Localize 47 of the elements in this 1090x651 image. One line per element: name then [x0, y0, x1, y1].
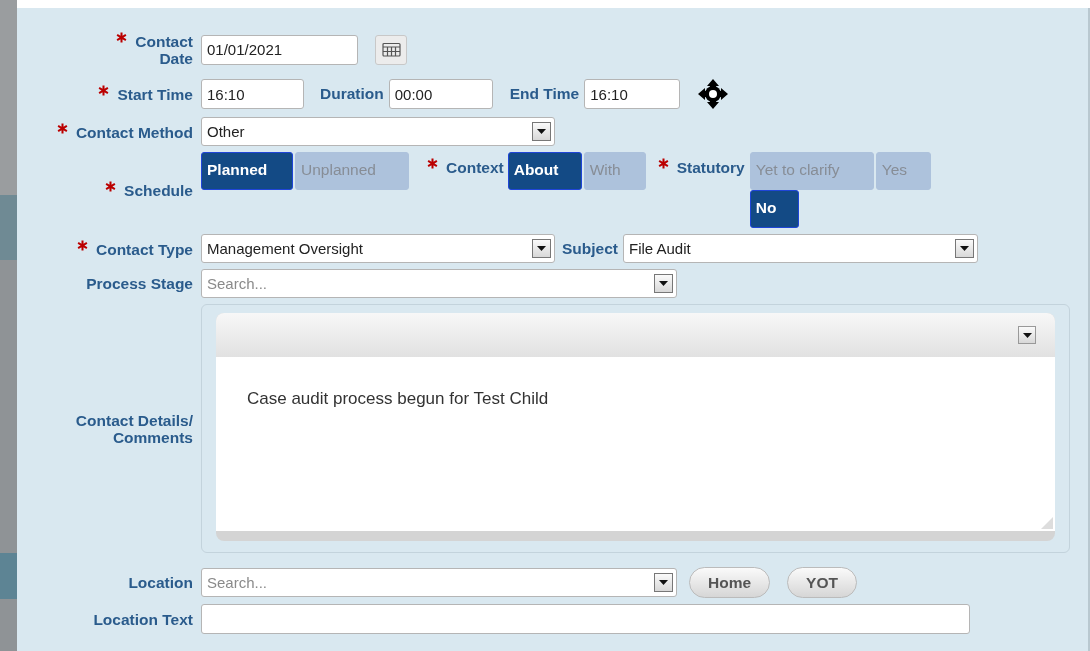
toolbar-dropdown-button[interactable]: [1018, 326, 1036, 344]
field-label: End Time: [509, 85, 580, 103]
field-label: Context: [427, 158, 504, 177]
location-text-field[interactable]: [201, 604, 970, 634]
field-label: Subject: [562, 239, 618, 258]
field-label: Duration: [320, 85, 384, 103]
field-label: Contact Method: [56, 122, 193, 141]
dropdown-button[interactable]: [955, 239, 974, 258]
field-label: Start Time: [98, 85, 193, 103]
end-time-field[interactable]: 16:10: [584, 79, 681, 109]
contact-method-select[interactable]: Other: [201, 117, 555, 146]
field-label: Statutory: [657, 158, 745, 177]
dropdown-button[interactable]: [532, 122, 551, 141]
calendar-icon: [381, 42, 401, 57]
dropdown-button[interactable]: [532, 239, 551, 258]
caret-icon: [537, 129, 546, 134]
comment-text: Case audit process begun for Test Child: [247, 389, 549, 408]
caret-icon: [1022, 332, 1032, 338]
location-button[interactable]: Home: [689, 567, 771, 598]
process-stage-select[interactable]: Search...: [201, 269, 677, 298]
contact-type-select[interactable]: Management Oversight: [201, 234, 555, 263]
toggle-option[interactable]: About: [507, 152, 582, 190]
comments-area[interactable]: Case audit process begun for Test Child: [216, 357, 1055, 531]
caret-icon: [659, 281, 668, 286]
field-label: Location: [128, 574, 193, 591]
location-button[interactable]: YOT: [787, 567, 857, 598]
move-icon[interactable]: [698, 79, 729, 109]
field-label: Process Stage: [86, 275, 193, 292]
date-field[interactable]: 01/01/2021: [201, 34, 358, 65]
location-select[interactable]: Search...: [201, 568, 677, 597]
resize-grip-icon[interactable]: [1041, 517, 1053, 529]
field-label: Schedule: [105, 181, 193, 199]
field-label: Location Text: [93, 610, 193, 628]
duration-field[interactable]: 00:00: [388, 79, 493, 109]
dropdown-button[interactable]: [654, 274, 673, 293]
toggle-option[interactable]: Planned: [201, 152, 293, 190]
field-label: Contact Type: [76, 239, 193, 258]
start-time-field[interactable]: 16:10: [201, 79, 304, 109]
field-label: Contact Details/ Comments: [74, 411, 193, 446]
subject-select[interactable]: File Audit: [623, 234, 978, 263]
toggle-option[interactable]: No: [749, 190, 799, 228]
caret-icon: [659, 580, 668, 585]
caret-icon: [960, 246, 969, 251]
field-label: Contact Date: [93, 32, 193, 67]
dropdown-button[interactable]: [654, 573, 673, 592]
calendar-button[interactable]: [375, 34, 407, 65]
caret-icon: [537, 246, 546, 251]
